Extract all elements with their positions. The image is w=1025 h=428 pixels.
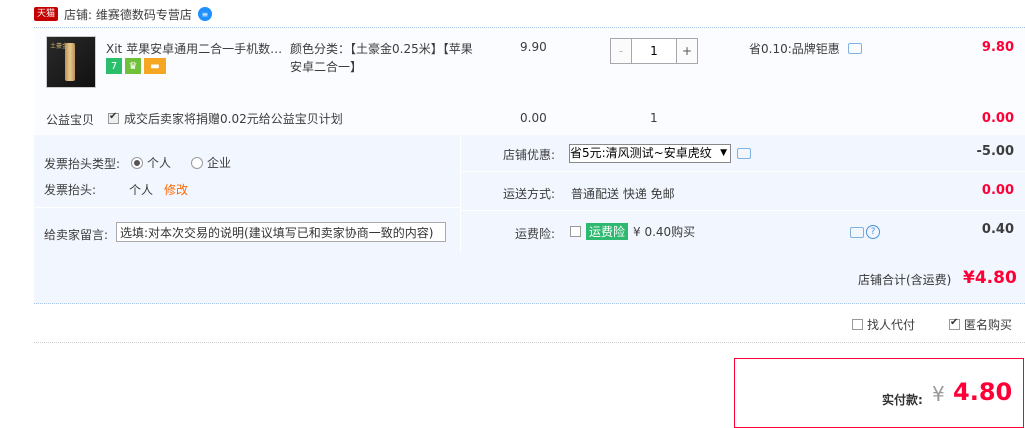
payment-value: 4.80 bbox=[953, 378, 1013, 406]
charity-text: 成交后卖家将捐赠0.02元给公益宝贝计划 bbox=[124, 112, 343, 126]
right-divider-1 bbox=[460, 171, 1025, 172]
payment-label: 实付款: bbox=[882, 393, 923, 407]
invoice-company-radio[interactable] bbox=[191, 156, 203, 169]
shop-header: 天猫 店铺: 维赛德数码专营店 ≡ bbox=[34, 4, 212, 24]
quantity-plus-button[interactable]: + bbox=[676, 39, 697, 63]
shop-discount-label: 店铺优惠: bbox=[502, 148, 555, 162]
anonymous-option[interactable]: 匿名购买 bbox=[949, 316, 1012, 333]
seven-day-return-icon[interactable]: 7 bbox=[106, 58, 122, 74]
left-divider bbox=[34, 207, 460, 208]
shop-name[interactable]: 店铺: 维赛德数码专营店 bbox=[64, 6, 192, 23]
invoice-type-label: 发票抬头类型: bbox=[44, 157, 121, 171]
insurance-info-icon[interactable] bbox=[850, 226, 864, 238]
right-divider-2 bbox=[460, 210, 1025, 211]
item-subtotal: 9.80 bbox=[981, 40, 1014, 55]
shipping-amount: 0.00 bbox=[981, 183, 1014, 198]
insurance-amount: 0.40 bbox=[981, 222, 1014, 237]
insurance-checkbox[interactable] bbox=[570, 226, 581, 237]
insurance-option: 运费险 ¥ 0.40购买 bbox=[570, 223, 695, 240]
wangwang-chat-icon[interactable]: ≡ bbox=[197, 7, 212, 21]
charity-price: 0.00 bbox=[520, 111, 547, 125]
sku-info: 颜色分类：【土豪金0.25米】【苹果安卓二合一】 bbox=[290, 40, 480, 76]
payment-currency: ¥ bbox=[932, 382, 945, 406]
credit-card-icon[interactable]: ▬ bbox=[144, 58, 166, 74]
question-mark-icon[interactable]: ? bbox=[866, 225, 880, 239]
insurance-help: ? bbox=[850, 225, 880, 239]
charity-amount: 0.00 bbox=[981, 111, 1014, 126]
charity-qty: 1 bbox=[650, 111, 658, 125]
anonymous-label: 匿名购买 bbox=[964, 318, 1013, 332]
shipping-label: 运送方式: bbox=[502, 187, 555, 201]
cable-image bbox=[65, 43, 75, 81]
invoice-company-label: 企业 bbox=[207, 156, 232, 170]
product-thumbnail[interactable]: 土豪金 bbox=[46, 36, 96, 88]
invoice-edit-link[interactable]: 修改 bbox=[164, 181, 188, 198]
discount-info-icon[interactable] bbox=[737, 148, 751, 159]
memo-label: 给卖家留言: bbox=[44, 228, 109, 242]
proxy-pay-label: 找人代付 bbox=[867, 318, 916, 332]
sku-label: 颜色分类： bbox=[290, 42, 351, 56]
insurance-tag: 运费险 bbox=[586, 223, 629, 240]
quantity-input[interactable]: 1 bbox=[632, 39, 676, 63]
promo-info-icon[interactable] bbox=[847, 43, 862, 54]
invoice-title-label: 发票抬头: bbox=[44, 183, 97, 197]
dropdown-arrow-icon: ▼ bbox=[720, 148, 727, 158]
shop-total-value: ¥4.80 bbox=[963, 268, 1017, 288]
shipping-value: 普通配送 快递 免邮 bbox=[571, 187, 675, 201]
tmall-badge-icon: 天猫 bbox=[34, 7, 59, 21]
charity-option: 成交后卖家将捐赠0.02元给公益宝贝计划 bbox=[108, 110, 343, 127]
invoice-personal-label: 个人 bbox=[147, 156, 172, 170]
proxy-pay-checkbox[interactable] bbox=[852, 319, 863, 330]
proxy-pay-option[interactable]: 找人代付 bbox=[852, 316, 915, 333]
service-badges: 7 ♛ ▬ bbox=[106, 58, 166, 74]
invoice-company-option[interactable]: 企业 bbox=[191, 154, 231, 171]
charity-checkbox[interactable] bbox=[108, 111, 119, 124]
item-promotion: 省0.10:品牌钜惠 bbox=[749, 40, 862, 57]
section-divider bbox=[34, 342, 1025, 343]
invoice-personal-radio[interactable] bbox=[131, 156, 143, 169]
insurance-label: 运费险: bbox=[514, 227, 555, 241]
quantity-minus-button[interactable]: - bbox=[611, 39, 632, 63]
memo-input[interactable]: 选填:对本次交易的说明(建议填写已和卖家协商一致的内容) bbox=[116, 222, 446, 242]
anonymous-checkbox[interactable] bbox=[949, 317, 960, 330]
product-title[interactable]: Xit 苹果安卓通用二合一手机数… bbox=[106, 40, 282, 57]
charity-label: 公益宝贝 bbox=[46, 113, 95, 127]
promotion-text: 省0.10:品牌钜惠 bbox=[749, 42, 840, 56]
shop-discount-amount: -5.00 bbox=[976, 144, 1014, 159]
guarantee-icon[interactable]: ♛ bbox=[125, 58, 141, 74]
insurance-price: ¥ 0.40购买 bbox=[633, 225, 696, 239]
invoice-personal-option[interactable]: 个人 bbox=[131, 154, 171, 171]
invoice-title-value: 个人 bbox=[129, 183, 154, 197]
unit-price: 9.90 bbox=[520, 40, 547, 54]
shop-discount-select[interactable]: 省5元:清风测试~安卓虎纹 ▼ bbox=[569, 144, 731, 163]
shop-discount-selected: 省5元:清风测试~安卓虎纹 bbox=[570, 146, 712, 160]
shop-total-label: 店铺合计(含运费) bbox=[858, 273, 952, 287]
quantity-stepper: - 1 + bbox=[610, 38, 698, 64]
